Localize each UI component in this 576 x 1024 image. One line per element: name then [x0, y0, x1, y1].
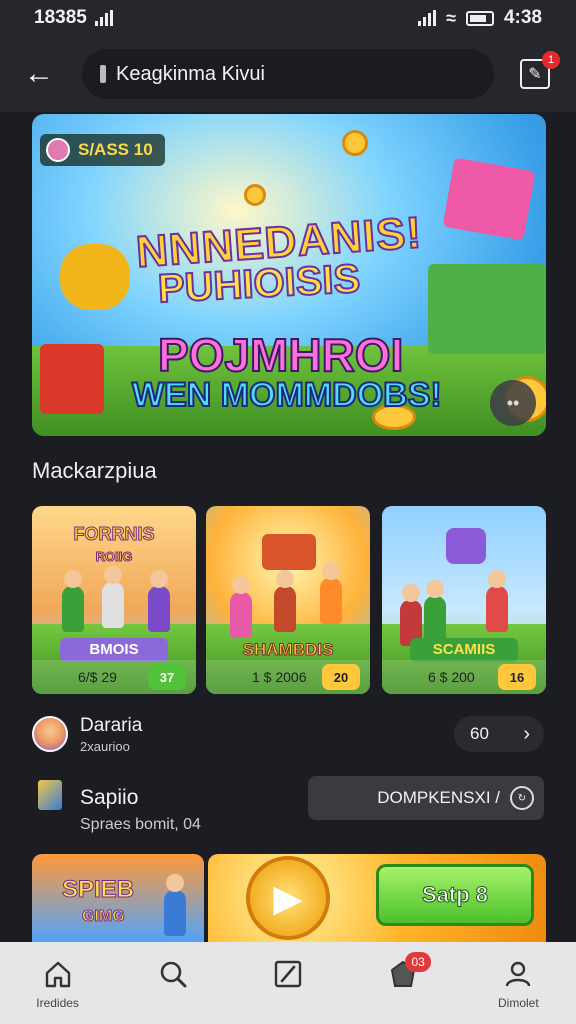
app-header: ← Keagkinma Kivui ✎ 1 [0, 36, 576, 112]
card-title: FORRNIS ROIIG [73, 524, 155, 565]
hero-coin [244, 184, 266, 206]
card-character [62, 570, 84, 632]
promo-play-banner[interactable]: ▶ Satp 8 [208, 854, 546, 944]
hero-block-pink [442, 157, 536, 241]
go-button[interactable]: 60 › [454, 716, 544, 752]
nav-home[interactable]: Iredides [18, 958, 98, 1010]
card-character [320, 562, 342, 624]
search-text[interactable]: Keagkinma Kivui [116, 63, 265, 86]
notification-badge: 1 [542, 51, 560, 69]
back-arrow-icon[interactable]: ← [24, 57, 64, 91]
card-price: 6/$ 29 [78, 669, 117, 685]
battery-icon [465, 10, 494, 26]
file-subtitle: Spraes bomit, 04 [80, 816, 201, 833]
wifi-icon: ≈ [446, 7, 456, 28]
player-avatar [46, 138, 70, 162]
file-row[interactable]: Sapiio Spraes bomit, 04 DOMPKENSXI / ↻ [32, 776, 546, 840]
edit-icon: ✎ [528, 66, 542, 83]
user-subtitle: 2xaurioo [80, 738, 130, 754]
avatar [32, 716, 68, 752]
card-buy-button[interactable]: 37 [148, 664, 186, 690]
card-label: SHAMBDIS [242, 640, 334, 660]
nav-profile[interactable]: Dimolet [478, 958, 558, 1010]
bottom-nav: Iredides 03 Dimolet [0, 942, 576, 1024]
card-character [230, 576, 252, 638]
card-character [486, 570, 508, 632]
card-label: SCAMIIS [410, 638, 518, 662]
card-price-row: 6/$ 29 37 [32, 660, 196, 694]
card-price-row: 6 $ 200 16 [382, 660, 546, 694]
signal-icon [94, 10, 113, 26]
more-icon: •• [506, 392, 520, 413]
cellular-icon [418, 10, 437, 26]
card-price: 6 $ 200 [428, 669, 475, 685]
nav-search[interactable] [133, 958, 213, 990]
status-clock: 4:38 [503, 7, 542, 28]
promo-subtitle: GIMG [82, 908, 126, 926]
chevron-right-icon: › [523, 722, 530, 745]
promo-game-tile[interactable]: SPIEB GIMG [32, 854, 204, 944]
compose-button[interactable]: ✎ 1 [520, 51, 560, 89]
refresh-icon: ↻ [510, 786, 534, 810]
edit-icon [272, 958, 304, 990]
section-title: Mackarzpiua [32, 458, 157, 483]
hero-title-line4: WEN MOMMDOBS! [131, 375, 443, 415]
hero-truck [428, 264, 546, 354]
card-price: 1 $ 2006 [252, 669, 307, 685]
card-character [148, 570, 170, 632]
nav-profile-label: Dimolet [498, 996, 539, 1010]
nav-bag-badge: 03 [405, 952, 432, 972]
promo-title: SPIEB [61, 876, 135, 903]
download-button[interactable]: DOMPKENSXI / ↻ [308, 776, 544, 820]
card-chest [446, 528, 486, 564]
nav-home-label: Iredides [36, 996, 79, 1010]
search-icon [157, 958, 189, 990]
card-character [424, 580, 446, 642]
hero-badge: S/ASS 10 [40, 134, 165, 166]
download-label: DOMPKENSXI / [377, 788, 500, 807]
go-label: 60 [470, 724, 489, 743]
play-button[interactable]: ▶ [246, 856, 330, 940]
game-card[interactable]: FORRNIS ROIIG BMOIS 6/$ 29 37 [32, 506, 196, 694]
home-icon [42, 958, 74, 990]
card-buy-button[interactable]: 20 [322, 664, 360, 690]
play-icon: ▶ [273, 877, 303, 920]
hero-title-line2: PUHIOISIS [156, 256, 362, 313]
hero-more-button[interactable]: •• [490, 380, 536, 426]
user-name: Dararia [80, 714, 143, 736]
card-price-row: 1 $ 2006 20 [206, 660, 370, 694]
hero-title-line3: POJMHROI [157, 328, 404, 382]
hero-badge-text: S/ASS 10 [78, 140, 153, 159]
card-character [274, 570, 296, 632]
profile-icon [502, 958, 534, 990]
card-character [102, 566, 124, 628]
hero-block-red [40, 344, 104, 414]
promo-character [164, 874, 186, 936]
hero-block-yellow [60, 244, 130, 310]
status-bar: 18385 ≈ 4:38 [0, 0, 576, 36]
game-card[interactable]: SCAMIIS 6 $ 200 16 [382, 506, 546, 694]
user-row[interactable]: Dararia 2xaurioo 60 › [32, 712, 546, 756]
search-bar[interactable]: Keagkinma Kivui [82, 49, 494, 99]
start-button[interactable]: Satp 8 [376, 864, 534, 926]
hero-coin [342, 130, 368, 156]
game-card[interactable]: SHAMBDIS 1 $ 2006 20 [206, 506, 370, 694]
status-time: 18385 [34, 7, 87, 28]
card-buy-button[interactable]: 16 [498, 664, 536, 690]
hero-banner[interactable]: S/ASS 10 NNNEDANIS! PUHIOISIS POJMHROI W… [32, 114, 546, 436]
nav-bag[interactable]: 03 [363, 952, 443, 990]
card-chest [262, 534, 316, 570]
search-marker-icon [100, 65, 106, 83]
file-title: Sapiio [80, 786, 139, 809]
card-label: BMOIS [60, 638, 168, 662]
file-icon [38, 780, 62, 810]
nav-edit[interactable] [248, 958, 328, 990]
